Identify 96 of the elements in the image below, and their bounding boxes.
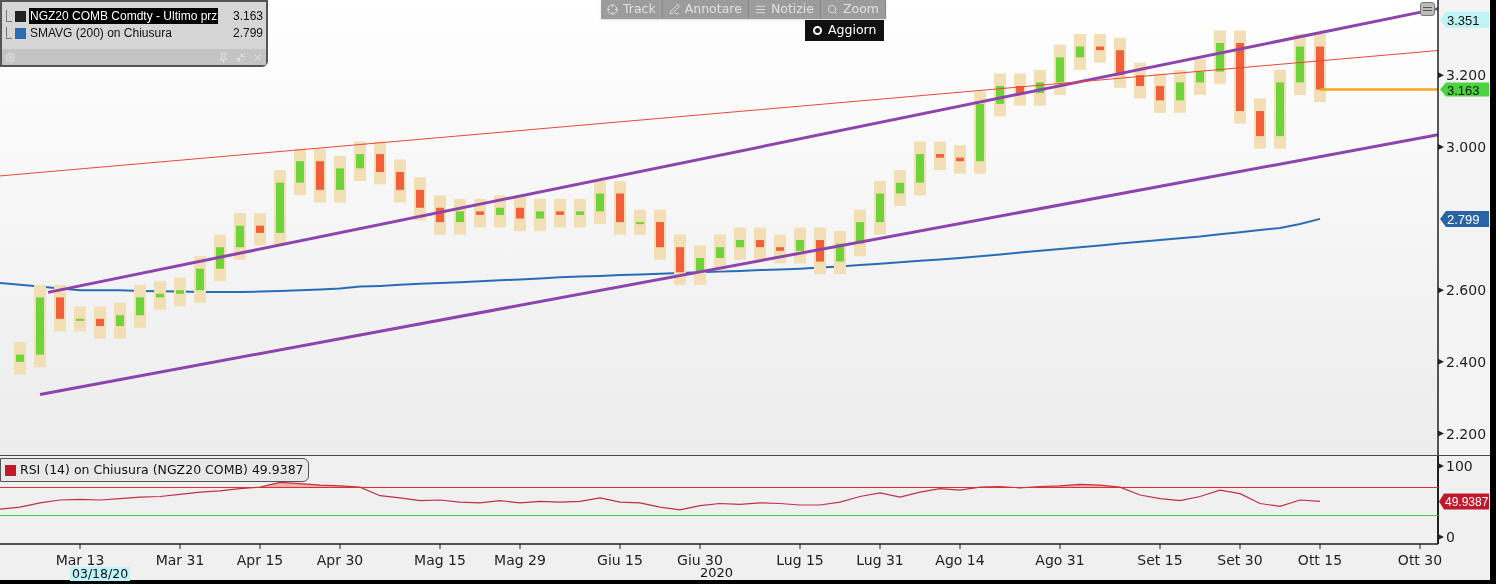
candlestick [634, 209, 646, 235]
candlestick [514, 195, 526, 232]
toolbar-button[interactable]: Zoom [821, 0, 887, 19]
candlestick [874, 180, 886, 235]
minimize-icon[interactable] [235, 51, 246, 63]
tree-connector-icon [6, 10, 12, 22]
axis-label: 3.000 [1446, 138, 1487, 155]
candlestick [494, 195, 506, 228]
candlestick [534, 198, 546, 232]
candlestick [1154, 73, 1166, 113]
candlestick [14, 342, 26, 375]
series-value: 49.9387 [251, 460, 304, 479]
axis-label: Apr 30 [316, 552, 364, 568]
candlestick [1094, 34, 1106, 63]
candlestick [934, 141, 946, 171]
toolbar-button[interactable]: Annotare [662, 0, 749, 19]
close-icon[interactable] [252, 51, 263, 63]
candlestick [894, 170, 906, 206]
pin-icon[interactable] [218, 51, 229, 63]
candlestick [254, 213, 266, 246]
axis-label: 3.200 [1446, 67, 1487, 84]
list-icon [754, 4, 766, 15]
candlestick [574, 198, 586, 228]
candlestick [314, 148, 326, 203]
settings-icon[interactable] [5, 51, 16, 63]
series-label: RSI (14) on Chiusura (NGZ20 COMB) [20, 460, 248, 479]
candlestick [294, 148, 306, 196]
candlestick [554, 198, 566, 228]
candlestick [754, 227, 766, 260]
axis-label: Lug 15 [776, 552, 824, 568]
candlestick [654, 209, 666, 260]
axis-label: Set 30 [1217, 552, 1263, 568]
crosshair-icon [607, 4, 618, 15]
series-label[interactable]: SMAVG (200) on Chiusura [29, 25, 173, 41]
axis-label: 0 [1446, 528, 1455, 545]
candlestick [114, 302, 126, 339]
candlestick [234, 213, 246, 260]
axis-label: Mar 13 [55, 552, 105, 568]
candlestick [1254, 98, 1266, 149]
axis-label: Lug 31 [856, 552, 904, 568]
candlestick [134, 284, 146, 328]
candlestick [1214, 30, 1226, 85]
candlestick [414, 177, 426, 221]
candlestick [614, 180, 626, 235]
value-tag: 49.9387 [1439, 493, 1489, 510]
axis-label: Giu 15 [597, 552, 643, 568]
search-icon [827, 4, 838, 15]
candlestick [174, 277, 186, 307]
candlestick [394, 159, 406, 203]
candlestick [154, 281, 166, 310]
axis-label: Mar 31 [155, 552, 205, 568]
candlestick [354, 141, 366, 181]
axis-label: 100 [1446, 457, 1473, 474]
tree-connector-icon [6, 27, 12, 39]
candlestick [334, 155, 346, 203]
radio-icon [813, 26, 822, 35]
candlestick [1074, 34, 1086, 70]
axis-label: Giu 30 [677, 552, 723, 568]
menu-item[interactable]: Aggiorn [805, 20, 885, 41]
candlestick [994, 73, 1006, 117]
candlestick [694, 245, 706, 285]
candlestick [1294, 34, 1306, 95]
axis-label: Ago 14 [935, 552, 985, 568]
toolbar-button[interactable]: Track [601, 0, 663, 19]
axis-label: Set 15 [1137, 552, 1183, 568]
axis-label: Mag 15 [414, 552, 466, 568]
candlestick [194, 256, 206, 303]
candlestick [674, 234, 686, 285]
scale-toggle-icon[interactable] [1420, 2, 1435, 16]
candlestick [434, 195, 446, 235]
candlestick [954, 145, 966, 174]
candlestick [594, 180, 606, 224]
axis-label: 2.400 [1446, 353, 1487, 370]
axis-label: Ott 30 [1397, 552, 1443, 568]
toolbar-button[interactable]: Notizie [748, 0, 821, 19]
candlestick [94, 306, 106, 339]
year-label: 2020 [700, 566, 734, 580]
axis-label: Ott 15 [1297, 552, 1343, 568]
pen-icon [668, 4, 680, 15]
candlestick [1194, 59, 1206, 95]
candlestick [74, 306, 86, 332]
series-label[interactable]: NGZ20 COMB Comdty - Ultimo prz [29, 8, 219, 24]
axis-label: Mag 29 [494, 552, 546, 568]
axis-label: Apr 15 [236, 552, 284, 568]
candlestick [734, 227, 746, 260]
axis-label: Ago 31 [1035, 552, 1085, 568]
candlestick [374, 141, 386, 185]
axis-label: 2.200 [1446, 425, 1487, 442]
series-value: 3.163 [231, 8, 263, 24]
candlestick [914, 141, 926, 196]
candlestick [1174, 69, 1186, 113]
cursor-date-label: 03/18/20 [70, 567, 131, 581]
axis-label: 2.600 [1446, 282, 1487, 299]
series-value: 2.799 [231, 25, 263, 41]
candlestick [1314, 34, 1326, 103]
candlestick [834, 231, 846, 275]
